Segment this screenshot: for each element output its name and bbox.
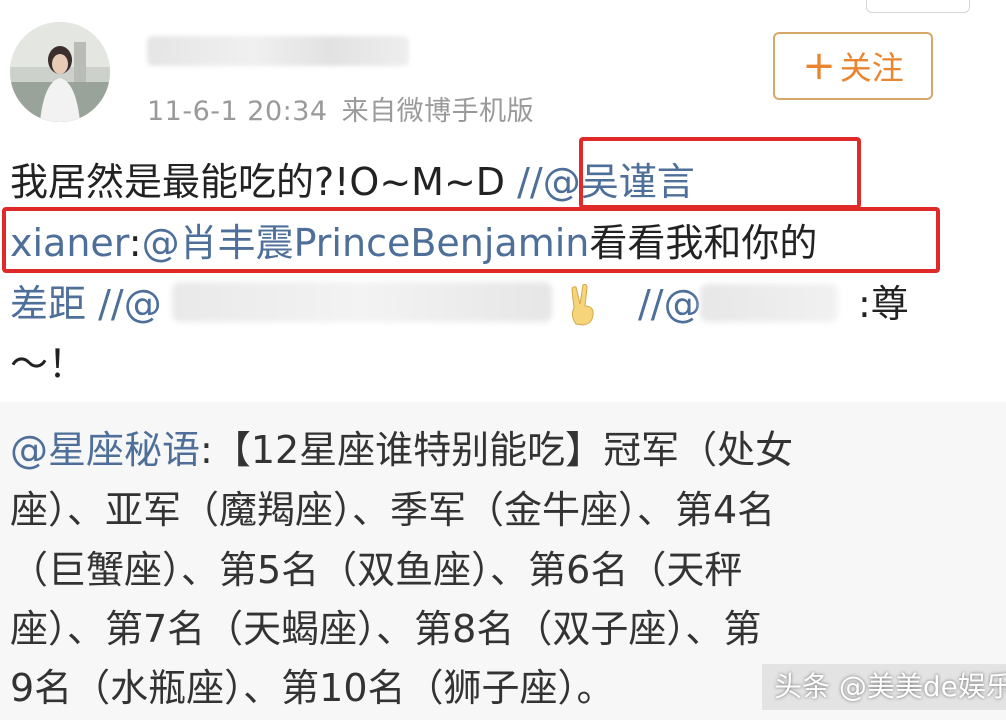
post-text: :尊	[858, 282, 909, 326]
quoted-line-3: （巨蟹座）、第5名（双鱼座）、第6名（天秤	[10, 548, 743, 592]
post-text: 差距	[10, 282, 99, 326]
username-blurred[interactable]	[147, 36, 409, 66]
quoted-author-mention[interactable]: @星座秘语	[10, 428, 200, 472]
victory-hand-emoji	[566, 282, 600, 326]
watermark: 头条 @美美de娱乐	[762, 664, 1006, 710]
quoted-line-1: @星座秘语:【12星座谁特别能吃】冠军（处女	[10, 428, 793, 472]
repost-mention-prefix-2[interactable]: //@	[638, 282, 702, 326]
blurred-username	[172, 282, 552, 322]
plus-icon: +	[802, 43, 836, 89]
post-text-line-4: ～！	[10, 342, 86, 386]
avatar[interactable]	[10, 22, 110, 122]
post-text-line-3: 差距 //@	[10, 282, 162, 326]
follow-label: 关注	[839, 49, 904, 87]
quoted-line-2: 座）、亚军（魔羯座）、季军（金牛座）、第4名	[10, 488, 776, 532]
post-timestamp: 11-6-1 20:34	[147, 96, 328, 127]
post-source[interactable]: 来自微博手机版	[342, 96, 535, 127]
post-text: ～！	[10, 342, 87, 386]
post-text: 我居然是最能吃的?!O~M~D	[10, 160, 518, 204]
window-corner-tab	[866, 0, 970, 13]
post-text-line-3b: //@	[638, 282, 702, 326]
post-text-line-3c: :尊	[858, 282, 909, 326]
post-meta: 11-6-1 20:34 来自微博手机版	[147, 89, 534, 128]
quoted-line-4: 座）、第7名（天蝎座）、第8名（双子座）、第	[10, 607, 762, 651]
repost-mention-prefix[interactable]: //@	[98, 282, 162, 326]
blurred-username-2	[700, 284, 838, 322]
quoted-text: :【12星座谁特别能吃】冠军（处女	[200, 428, 794, 472]
quoted-line-5: 9名（水瓶座）、第10名（狮子座）。	[10, 666, 615, 710]
avatar-photo-icon	[10, 22, 110, 122]
follow-button[interactable]: + 关注	[773, 32, 933, 100]
highlight-box-1	[579, 137, 861, 209]
highlight-box-2	[2, 207, 940, 273]
